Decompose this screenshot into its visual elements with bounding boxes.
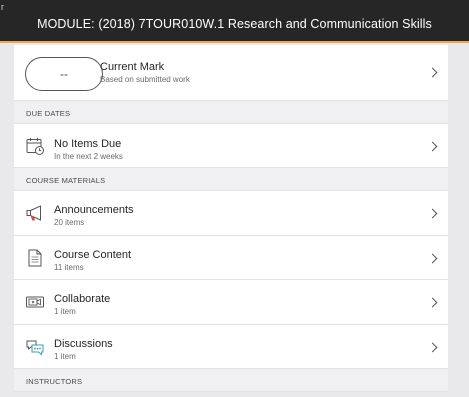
item-subtitle: 1 item bbox=[54, 351, 76, 361]
chevron-right-icon bbox=[427, 208, 438, 219]
item-subtitle: 1 item bbox=[54, 307, 76, 316]
section-label: COURSE MATERIALS bbox=[26, 176, 106, 185]
item-subtitle: 11 items bbox=[54, 262, 84, 272]
course-item-discussions[interactable]: Discussions 1 item bbox=[14, 324, 448, 369]
module-content: -- Current Mark Based on submitted work … bbox=[14, 45, 448, 397]
chevron-right-icon bbox=[427, 297, 438, 308]
course-item-collaborate[interactable]: Collaborate 1 item bbox=[14, 280, 448, 325]
current-mark-pill: -- bbox=[25, 57, 103, 91]
megaphone-icon bbox=[25, 203, 45, 223]
section-header-course-materials: COURSE MATERIALS bbox=[14, 168, 448, 191]
item-subtitle: 20 items bbox=[54, 218, 85, 227]
chevron-right-icon bbox=[427, 141, 438, 152]
video-icon bbox=[25, 292, 45, 312]
section-label: INSTRUCTORS bbox=[26, 377, 83, 386]
course-item-course-content[interactable]: Course Content 11 items bbox=[14, 235, 448, 280]
back-glyph[interactable]: r bbox=[1, 2, 4, 12]
item-title: Collaborate bbox=[54, 293, 111, 305]
chat-bubbles-icon bbox=[25, 337, 45, 357]
chevron-right-icon bbox=[427, 67, 438, 78]
item-title: Discussions bbox=[54, 337, 113, 350]
item-title: Course Content bbox=[54, 248, 132, 261]
due-dates-title: No Items Due bbox=[54, 138, 122, 150]
chevron-right-icon bbox=[427, 253, 438, 263]
section-label: DUE DATES bbox=[26, 109, 71, 118]
section-header-instructors: INSTRUCTORS bbox=[14, 369, 448, 392]
current-mark-row[interactable]: -- Current Mark Based on submitted work bbox=[14, 45, 448, 101]
current-mark-title: Current Mark bbox=[100, 61, 165, 73]
item-title: Announcements bbox=[54, 204, 134, 216]
course-item-announcements[interactable]: Announcements 20 items bbox=[14, 191, 448, 236]
current-mark-subtitle: Based on submitted work bbox=[100, 75, 190, 84]
document-icon bbox=[25, 248, 45, 268]
calendar-clock-icon bbox=[25, 136, 45, 156]
chevron-right-icon bbox=[427, 342, 438, 352]
due-dates-subtitle: In the next 2 weeks bbox=[54, 152, 123, 161]
due-dates-row[interactable]: No Items Due In the next 2 weeks bbox=[14, 124, 448, 168]
module-title: MODULE: (2018) 7TOUR010W.1 Research and … bbox=[37, 17, 432, 31]
module-header: r MODULE: (2018) 7TOUR010W.1 Research an… bbox=[0, 0, 469, 43]
section-header-due-dates: DUE DATES bbox=[14, 101, 448, 124]
